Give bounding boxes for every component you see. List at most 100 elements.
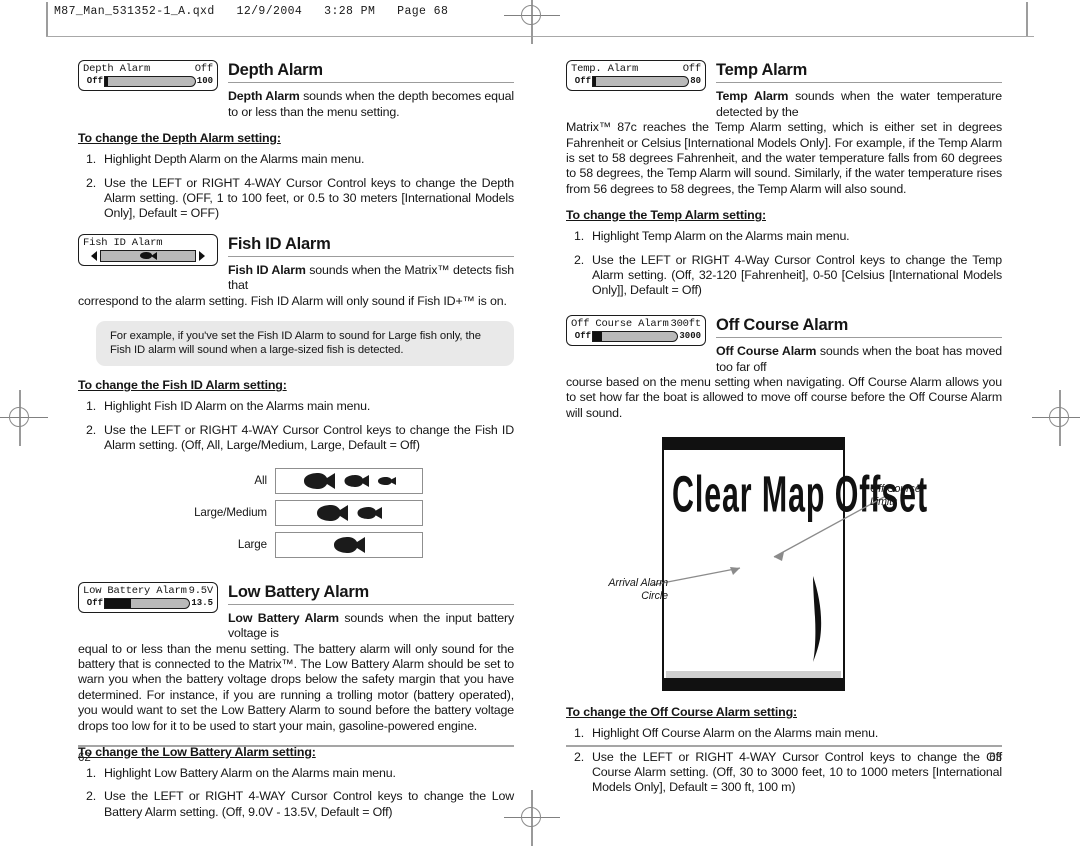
lead-bold: Fish ID Alarm [228, 263, 306, 278]
callout-off-course-limits: Off Course Limits [870, 483, 921, 508]
gps-gray-band [666, 671, 841, 679]
lcd-label: Low Battery Alarm [83, 584, 187, 597]
section-lead-head: Fish ID Alarm sounds when the Matrix™ de… [228, 263, 514, 294]
gps-course-track [811, 575, 825, 663]
page-right: Temp. Alarm Off Off 80 Temp Alarm Temp A… [566, 60, 1002, 804]
lcd-slider-track [104, 76, 196, 87]
steps-list: 1. Highlight Fish ID Alarm on the Alarms … [78, 399, 514, 453]
slug-rule [46, 36, 1034, 37]
lcd-widget-depth-alarm: Depth Alarm Off Off 100 [78, 60, 218, 91]
fish-row-label: Large/Medium [194, 506, 267, 519]
fish-large-icon [303, 472, 335, 489]
step-text: Use the LEFT or RIGHT 4-Way Cursor Contr… [592, 252, 1002, 298]
lead-bold: Depth Alarm [228, 89, 300, 104]
lcd-widget-low-battery-alarm: Low Battery Alarm 9.5V Off 13.5 [78, 581, 218, 613]
lcd-slider-track [104, 597, 191, 609]
registration-mark-top [504, 0, 560, 44]
fish-table-row: All [169, 467, 423, 494]
step-text: Highlight Fish ID Alarm on the Alarms ma… [104, 399, 371, 414]
section-lead-cont: course based on the menu setting when na… [566, 374, 1002, 420]
step-item: 2. Use the LEFT or RIGHT 4-Way Cursor Con… [574, 252, 1002, 298]
section-lead-cont: correspond to the alarm setting. Fish ID… [78, 293, 507, 308]
lcd-slider-track [592, 76, 690, 87]
lcd-widget-temp-alarm: Temp. Alarm Off Off 80 [566, 60, 706, 91]
footer-right: 63 [566, 745, 1002, 764]
fish-medium-icon [357, 506, 382, 519]
lcd-slider-track [592, 330, 679, 342]
section-lead: Depth Alarm sounds when the depth become… [228, 89, 514, 120]
page-left: Depth Alarm Off Off 100 Depth Alarm Dept… [78, 60, 514, 828]
fish-row-label: Large [237, 538, 267, 551]
step-text: Highlight Depth Alarm on the Alarms main… [104, 152, 365, 167]
step-text: Use the LEFT or RIGHT 4-WAY Cursor Contr… [104, 175, 514, 221]
steps-list: 1. Highlight Temp Alarm on the Alarms mai… [566, 229, 1002, 299]
section-title: Depth Alarm [228, 61, 323, 79]
lcd-min-label: Off [574, 76, 591, 86]
section-title: Off Course Alarm [716, 315, 848, 334]
section-title: Low Battery Alarm [228, 582, 369, 601]
step-item: 2. Use the LEFT or RIGHT 4-WAY Cursor Con… [86, 789, 514, 819]
step-item: 1. Highlight Depth Alarm on the Alarms ma… [86, 152, 365, 167]
howto-heading: To change the Temp Alarm setting: [566, 208, 766, 223]
lcd-widget-fish-id-alarm: Fish ID Alarm [78, 233, 218, 266]
step-item: 1. Highlight Low Battery Alarm on the Ala… [86, 766, 396, 781]
fish-large-icon [334, 536, 365, 553]
registration-mark-left [0, 390, 48, 446]
fish-icon [139, 251, 157, 260]
lcd-value: 300ft [670, 317, 701, 330]
gps-bottom-bar [664, 678, 843, 690]
lcd-max-label: 80 [690, 76, 701, 86]
lcd-widget-off-course-alarm: Off Course Alarm 300ft Off 3000 [566, 314, 706, 346]
section-title: Temp Alarm [716, 61, 808, 79]
lcd-min-label: Off [86, 76, 103, 86]
callout-arrival-alarm-circle: Arrival Alarm Circle [608, 577, 668, 602]
lcd-min-label: Off [574, 330, 591, 341]
howto-heading: To change the Depth Alarm setting: [78, 131, 281, 146]
trim-line-left [46, 2, 48, 36]
file-slug: M87_Man_531352-1_A.qxd 12/9/2004 3:28 PM… [54, 5, 449, 18]
title-rule [228, 256, 514, 258]
section-lead-cont: Matrix™ 87c reaches the Temp Alarm setti… [566, 120, 1002, 196]
step-text: Highlight Off Course Alarm on the Alarms… [592, 726, 879, 741]
gps-unit-graphic: Clear Map Offset [662, 437, 927, 692]
lcd-value: Off [194, 63, 214, 75]
steps-list: 1. Highlight Low Battery Alarm on the Ala… [78, 766, 514, 820]
section-depth-alarm: Depth Alarm Off Off 100 Depth Alarm Dept… [78, 60, 514, 222]
step-item: 1. Highlight Off Course Alarm on the Alar… [574, 726, 879, 741]
lcd-label: Depth Alarm [83, 63, 151, 75]
section-lead-head: Temp Alarm sounds when the water tempera… [716, 89, 1002, 120]
section-lead-head: Low Battery Alarm sounds when the input … [228, 611, 514, 642]
step-text: Use the LEFT or RIGHT 4-WAY Cursor Contr… [104, 422, 514, 453]
footer-rule [78, 745, 514, 747]
step-text: Use the LEFT or RIGHT 4-WAY Cursor Contr… [104, 789, 514, 819]
step-item: 1. Highlight Fish ID Alarm on the Alarms … [86, 399, 371, 414]
fish-medium-icon [344, 474, 369, 487]
gps-top-bar [664, 439, 843, 451]
fish-table-row: Large [169, 531, 423, 558]
section-title: Fish ID Alarm [228, 234, 331, 253]
section-lead-head: Off Course Alarm sounds when the boat ha… [716, 344, 1002, 375]
lcd-value: 9.5V [188, 584, 214, 597]
lcd-slider-track [100, 249, 196, 262]
fish-row-label: All [254, 474, 267, 487]
lcd-label: Temp. Alarm [571, 63, 639, 75]
title-rule [716, 82, 1002, 84]
lead-bold: Low Battery Alarm [228, 610, 339, 625]
step-item: 2. Use the LEFT or RIGHT 4-WAY Cursor Con… [86, 175, 514, 221]
title-rule [228, 603, 514, 605]
section-off-course-alarm: Off Course Alarm 300ft Off 3000 Off Cour… [566, 314, 1002, 796]
section-temp-alarm: Temp. Alarm Off Off 80 Temp Alarm Temp A… [566, 60, 1002, 299]
fish-small-icon [377, 476, 396, 485]
section-lead-cont: equal to or less than the menu setting. … [78, 641, 514, 733]
fish-large-icon [317, 504, 348, 521]
arrow-left-icon [91, 250, 97, 261]
title-rule [228, 82, 514, 84]
lcd-max-label: 3000 [679, 330, 701, 341]
lead-bold: Temp Alarm [716, 89, 789, 104]
fish-row-box [275, 531, 423, 558]
step-text: Highlight Temp Alarm on the Alarms main … [592, 229, 850, 244]
title-rule [716, 337, 1002, 339]
fish-row-box [275, 499, 423, 526]
step-text: Highlight Low Battery Alarm on the Alarm… [104, 766, 396, 781]
fish-table-row: Large/Medium [169, 499, 423, 526]
